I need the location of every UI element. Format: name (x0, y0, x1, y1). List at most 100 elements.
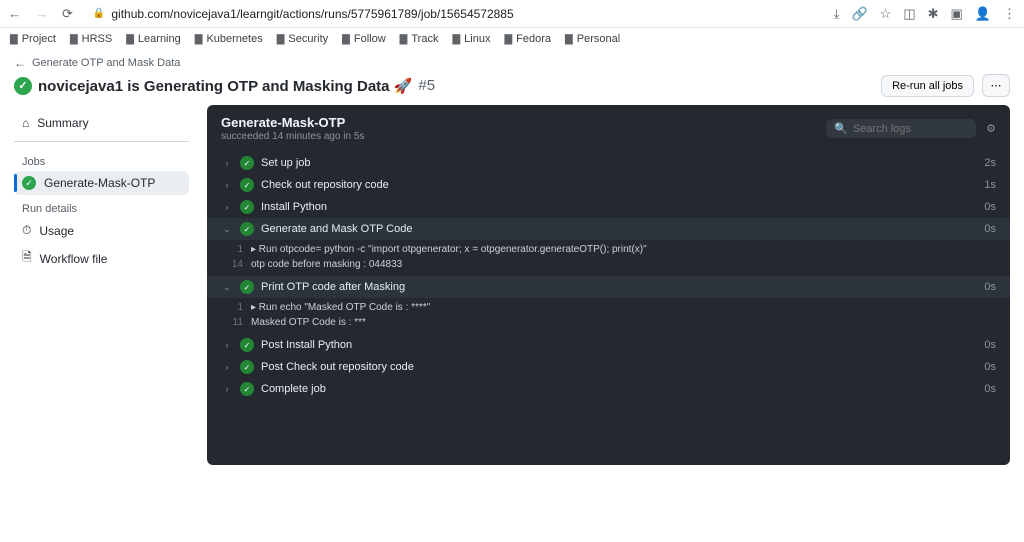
step-row[interactable]: ⌄✓Print OTP code after Masking0s (207, 276, 1010, 298)
star-icon[interactable]: ☆ (880, 6, 892, 22)
bookmark-item[interactable]: ▇Security (277, 33, 328, 45)
step-duration: 1s (984, 179, 996, 191)
run-title: novicejava1 is Generating OTP and Maskin… (38, 77, 412, 95)
nav-forward-icon[interactable]: → (35, 6, 48, 22)
sidebar-workflow-file[interactable]: 🗎 Workflow file (14, 243, 189, 274)
nav-reload-icon[interactable]: ⟳ (62, 6, 73, 22)
panel-icon[interactable]: ▣ (951, 6, 963, 22)
nav-back-icon[interactable]: ← (8, 6, 21, 22)
search-icon: 🔍 (834, 122, 848, 135)
step-row[interactable]: › ✓ Set up job2s (207, 152, 1010, 174)
log-body: 1▸ Run echo "Masked OTP Code is : ****"1… (207, 298, 1010, 334)
divider (14, 141, 189, 142)
lock-icon: 🔒 (93, 8, 105, 19)
breadcrumb-text[interactable]: Generate OTP and Mask Data (32, 57, 180, 69)
gear-icon[interactable]: ⚙ (986, 122, 996, 135)
step-row[interactable]: › ✓ Check out repository code1s (207, 174, 1010, 196)
step-duration: 0s (984, 383, 996, 395)
log-line: 14otp code before masking : 044833 (207, 257, 1010, 272)
step-success-icon: ✓ (240, 178, 254, 192)
chevron-down-icon: ⌄ (221, 224, 233, 235)
logs-panel: Generate-Mask-OTP succeeded 14 minutes a… (207, 105, 1010, 465)
browser-toolbar: ← → ⟳ 🔒 github.com/novicejava1/learngit/… (0, 0, 1024, 28)
step-duration: 0s (984, 361, 996, 373)
step-success-icon: ✓ (240, 382, 254, 396)
folder-icon: ▇ (400, 34, 408, 45)
step-duration: 0s (984, 281, 996, 293)
step-label: Generate and Mask OTP Code (261, 223, 984, 235)
job-title: Generate-Mask-OTP (221, 115, 364, 130)
log-body: 1▸ Run otpcode= python -c "import otpgen… (207, 240, 1010, 276)
bookmark-item[interactable]: ▇Project (10, 33, 56, 45)
step-success-icon: ✓ (240, 338, 254, 352)
log-search-input[interactable] (853, 123, 963, 135)
step-success-icon: ✓ (240, 280, 254, 294)
profile-avatar[interactable]: 👤 (975, 6, 991, 22)
job-status-success-icon: ✓ (22, 176, 36, 190)
chevron-right-icon: › (221, 180, 233, 190)
step-label: Check out repository code (261, 179, 984, 191)
sidebar-job-generate-mask-otp[interactable]: ✓ Generate-Mask-OTP (14, 171, 189, 195)
file-icon: 🗎 (22, 248, 32, 269)
step-label: Post Install Python (261, 339, 984, 351)
folder-icon: ▇ (126, 34, 134, 45)
step-row[interactable]: › ✓ Post Install Python0s (207, 334, 1010, 356)
run-menu-button[interactable]: ⋯ (982, 74, 1010, 97)
chevron-right-icon: › (221, 340, 233, 350)
step-label: Set up job (261, 157, 984, 169)
bookmark-item[interactable]: ▇Follow (342, 33, 386, 45)
sidebar-jobs-heading: Jobs (14, 148, 189, 171)
stopwatch-icon: ⏱ (22, 223, 31, 238)
folder-icon: ▇ (195, 34, 203, 45)
back-arrow-icon[interactable]: ← (14, 56, 26, 70)
bookmark-item[interactable]: ▇Personal (565, 33, 620, 45)
bookmark-item[interactable]: ▇HRSS (70, 33, 112, 45)
step-success-icon: ✓ (240, 222, 254, 236)
share-icon[interactable]: 🔗 (851, 6, 867, 22)
status-success-icon: ✓ (14, 77, 32, 95)
step-label: Post Check out repository code (261, 361, 984, 373)
step-row[interactable]: ›✓Complete job0s (207, 378, 1010, 400)
step-duration: 0s (984, 339, 996, 351)
sidebar-run-details-heading: Run details (14, 195, 189, 218)
log-line: 1▸ Run echo "Masked OTP Code is : ****" (207, 300, 1010, 315)
chevron-down-icon: ⌄ (221, 282, 233, 293)
url-text: github.com/novicejava1/learngit/actions/… (111, 7, 513, 21)
chevron-right-icon: › (221, 384, 233, 394)
step-duration: 2s (984, 157, 996, 169)
bookmark-item[interactable]: ▇Track (400, 33, 439, 45)
rerun-all-button[interactable]: Re-run all jobs (881, 75, 974, 97)
folder-icon: ▇ (70, 34, 78, 45)
puzzle-icon[interactable]: ✱ (928, 6, 939, 22)
extension-icon[interactable]: ◫ (903, 6, 915, 22)
folder-icon: ▇ (565, 34, 573, 45)
log-search[interactable]: 🔍 (826, 119, 976, 138)
folder-icon: ▇ (452, 34, 460, 45)
step-success-icon: ✓ (240, 360, 254, 374)
bookmark-item[interactable]: ▇Fedora (504, 33, 551, 45)
step-label: Install Python (261, 201, 984, 213)
sidebar: ⌂ Summary Jobs ✓ Generate-Mask-OTP Run d… (14, 105, 189, 465)
step-duration: 0s (984, 201, 996, 213)
bookmark-item[interactable]: ▇Kubernetes (195, 33, 263, 45)
chevron-right-icon: › (221, 362, 233, 372)
step-row[interactable]: › ✓ Post Check out repository code0s (207, 356, 1010, 378)
bookmarks-bar: ▇Project ▇HRSS ▇Learning ▇Kubernetes ▇Securi… (0, 28, 1024, 50)
folder-icon: ▇ (277, 34, 285, 45)
job-meta: succeeded 14 minutes ago in 5s (221, 131, 364, 142)
sidebar-usage[interactable]: ⏱ Usage (14, 218, 189, 243)
step-row[interactable]: ⌄✓Generate and Mask OTP Code0s (207, 218, 1010, 240)
chevron-right-icon: › (221, 158, 233, 168)
summary-icon: ⌂ (22, 116, 29, 130)
log-line: 11Masked OTP Code is : *** (207, 315, 1010, 330)
step-row[interactable]: ›✓Install Python0s (207, 196, 1010, 218)
install-icon[interactable]: ⤓ (834, 6, 840, 22)
kebab-icon[interactable]: ⋮ (1003, 6, 1016, 22)
address-bar[interactable]: 🔒 github.com/novicejava1/learngit/action… (83, 7, 824, 21)
folder-icon: ▇ (342, 34, 350, 45)
bookmark-item[interactable]: ▇Learning (126, 33, 181, 45)
folder-icon: ▇ (504, 34, 512, 45)
sidebar-summary[interactable]: ⌂ Summary (14, 111, 189, 135)
bookmark-item[interactable]: ▇Linux (452, 33, 490, 45)
step-success-icon: ✓ (240, 156, 254, 170)
